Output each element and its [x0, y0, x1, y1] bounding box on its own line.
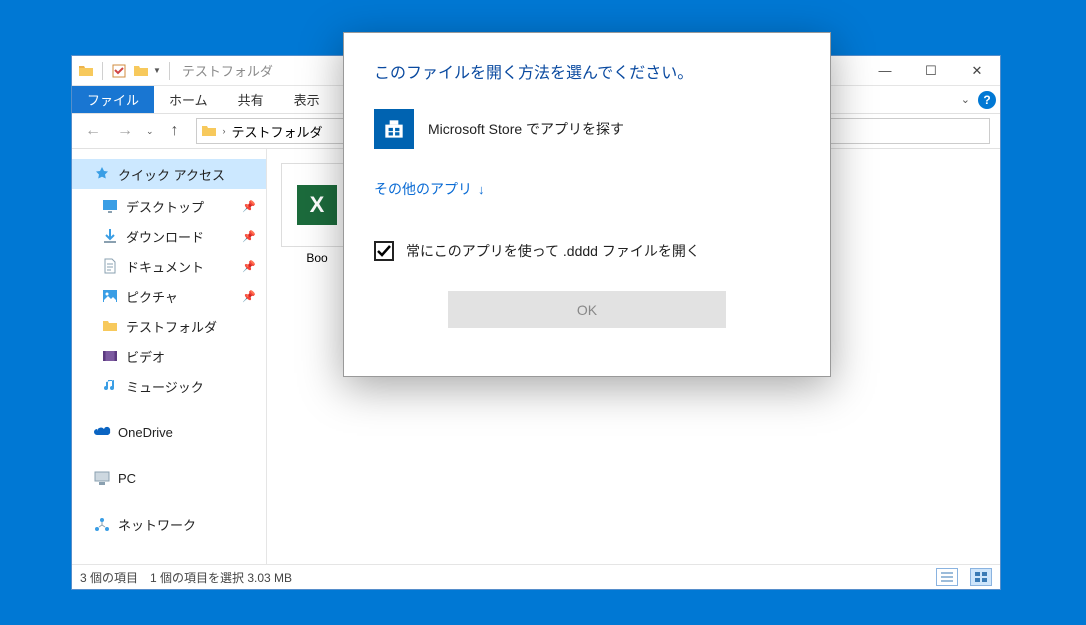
always-use-row[interactable]: 常にこのアプリを使って .dddd ファイルを開く [374, 241, 800, 261]
sidebar-item-label: テストフォルダ [126, 317, 217, 336]
pin-icon: 📌 [242, 230, 256, 243]
sidebar-item-label: デスクトップ [126, 197, 204, 216]
onedrive-icon [92, 425, 112, 439]
download-icon [100, 228, 120, 244]
status-selection: 1 個の項目を選択 3.03 MB [150, 569, 292, 586]
pin-icon: 📌 [242, 290, 256, 303]
tab-home[interactable]: ホーム [154, 86, 223, 113]
window-controls: — ☐ ✕ [862, 56, 1000, 85]
sidebar-item-documents[interactable]: ドキュメント 📌 [72, 251, 266, 281]
separator [102, 62, 103, 80]
nav-back-icon[interactable]: ← [82, 122, 104, 140]
sidebar-item-label: ミュージック [126, 377, 204, 396]
more-apps-label: その他のアプリ [374, 179, 472, 199]
sidebar-item-label: クイック アクセス [118, 165, 225, 184]
nav-forward-icon[interactable]: → [114, 122, 136, 140]
open-with-dialog: このファイルを開く方法を選んでください。 Microsoft Store でアプ… [343, 32, 831, 377]
view-thumbnails-button[interactable] [970, 568, 992, 586]
help-icon[interactable]: ? [978, 91, 996, 109]
breadcrumb-root-icon[interactable] [201, 123, 217, 139]
sidebar-item-videos[interactable]: ビデオ [72, 341, 266, 371]
always-use-label: 常にこのアプリを使って .dddd ファイルを開く [406, 241, 700, 261]
tab-file[interactable]: ファイル [72, 86, 154, 113]
video-icon [100, 348, 120, 364]
always-use-checkbox[interactable] [374, 241, 394, 261]
breadcrumb-folder[interactable]: テストフォルダ [232, 122, 323, 141]
sidebar-item-pictures[interactable]: ピクチャ 📌 [72, 281, 266, 311]
star-icon [92, 166, 112, 182]
minimize-button[interactable]: — [862, 56, 908, 85]
document-icon [100, 258, 120, 274]
sidebar-item-label: OneDrive [118, 425, 173, 440]
ok-button[interactable]: OK [448, 291, 726, 328]
picture-icon [100, 288, 120, 304]
dialog-heading: このファイルを開く方法を選んでください。 [374, 59, 800, 83]
sidebar: クイック アクセス デスクトップ 📌 ダウンロード 📌 ドキュメント 📌 ピクチ… [72, 149, 267, 564]
breadcrumb-separator-icon: › [223, 126, 226, 136]
store-option[interactable]: Microsoft Store でアプリを探す [374, 105, 800, 153]
window-title: テストフォルダ [182, 61, 273, 80]
sidebar-item-testfolder[interactable]: テストフォルダ [72, 311, 266, 341]
excel-icon: X [297, 185, 337, 225]
close-button[interactable]: ✕ [954, 56, 1000, 85]
tab-view[interactable]: 表示 [279, 86, 335, 113]
sidebar-item-network[interactable]: ネットワーク [72, 509, 266, 539]
nav-recent-icon[interactable]: ⌄ [146, 126, 154, 137]
sidebar-item-downloads[interactable]: ダウンロード 📌 [72, 221, 266, 251]
sidebar-item-label: ダウンロード [126, 227, 204, 246]
sidebar-item-label: ドキュメント [126, 257, 204, 276]
network-icon [92, 516, 112, 532]
nav-up-icon[interactable]: ↑ [164, 122, 186, 140]
sidebar-item-label: ネットワーク [118, 515, 196, 534]
qat-dropdown-icon[interactable]: ▼ [153, 66, 161, 75]
pc-icon [92, 470, 112, 486]
chevron-down-icon: ↓ [478, 182, 485, 197]
statusbar: 3 個の項目 1 個の項目を選択 3.03 MB [72, 564, 1000, 589]
sidebar-item-pc[interactable]: PC [72, 463, 266, 493]
folder-icon [100, 318, 120, 334]
separator [169, 62, 170, 80]
pin-icon: 📌 [242, 260, 256, 273]
tab-share[interactable]: 共有 [223, 86, 279, 113]
music-icon [100, 378, 120, 394]
sidebar-item-quick-access[interactable]: クイック アクセス [72, 159, 266, 189]
desktop-icon [100, 198, 120, 214]
pin-icon: 📌 [242, 200, 256, 213]
sidebar-item-onedrive[interactable]: OneDrive [72, 417, 266, 447]
sidebar-item-music[interactable]: ミュージック [72, 371, 266, 401]
ms-store-icon [374, 109, 414, 149]
sidebar-item-label: ビデオ [126, 347, 165, 366]
properties-icon[interactable] [111, 63, 127, 79]
folder-small-icon[interactable] [133, 63, 149, 79]
ribbon-collapse-icon[interactable]: ⌄ [961, 93, 970, 106]
status-item-count: 3 個の項目 [80, 569, 138, 586]
sidebar-item-desktop[interactable]: デスクトップ 📌 [72, 191, 266, 221]
more-apps-link[interactable]: その他のアプリ ↓ [374, 179, 800, 199]
folder-icon [78, 63, 94, 79]
view-details-button[interactable] [936, 568, 958, 586]
store-option-label: Microsoft Store でアプリを探す [428, 119, 624, 139]
sidebar-item-label: ピクチャ [126, 287, 178, 306]
maximize-button[interactable]: ☐ [908, 56, 954, 85]
file-label: Boo [282, 251, 352, 265]
sidebar-item-label: PC [118, 471, 136, 486]
